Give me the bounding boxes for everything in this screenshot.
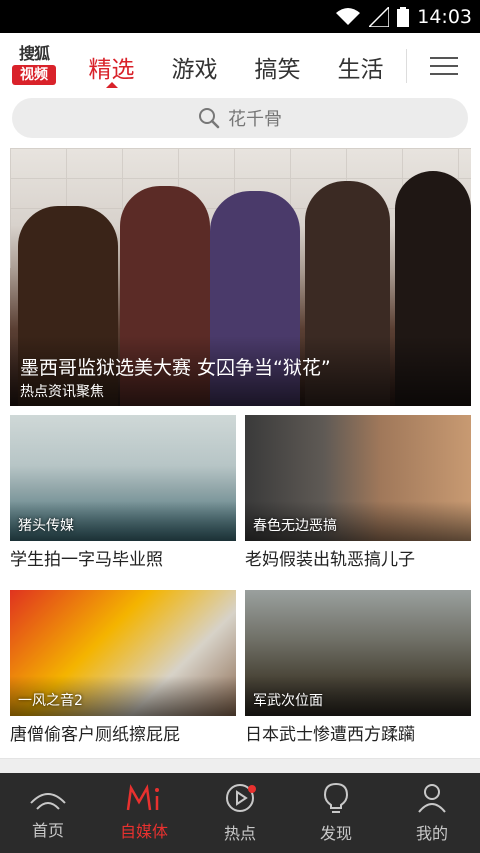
video-title: 日本武士惨遭西方蹂躏 bbox=[245, 725, 415, 745]
video-source-tag: 猪头传媒 bbox=[18, 518, 74, 534]
hero-title: 墨西哥监狱选美大赛 女囚争当“狱花” bbox=[20, 357, 331, 379]
nav-hot[interactable]: 热点 bbox=[192, 773, 288, 853]
search-placeholder: 花千骨 bbox=[228, 109, 282, 130]
tab-funny[interactable]: 搞笑 bbox=[236, 33, 319, 100]
feed-separator bbox=[0, 758, 480, 773]
header-divider bbox=[406, 49, 407, 83]
status-bar: 14:03 bbox=[0, 0, 480, 33]
user-icon bbox=[418, 784, 446, 813]
menu-button[interactable] bbox=[424, 51, 464, 81]
bottom-navigation: 首页 自媒体 热点 发现 我的 bbox=[0, 773, 480, 853]
menu-icon bbox=[430, 57, 458, 59]
video-thumbnail: 猪头传媒 bbox=[10, 415, 236, 541]
notification-badge bbox=[248, 785, 256, 793]
search-input[interactable]: 花千骨 bbox=[12, 98, 468, 138]
video-thumbnail: 军武次位面 bbox=[245, 590, 471, 716]
battery-icon bbox=[397, 6, 410, 27]
search-icon bbox=[199, 108, 220, 129]
video-card[interactable]: 春色无边恶搞 老妈假装出轨恶搞儿子 bbox=[245, 415, 471, 573]
nav-home-label: 首页 bbox=[31, 821, 64, 840]
logo-text-top: 搜狐 bbox=[18, 44, 50, 63]
logo-text-bottom: 视频 bbox=[12, 65, 56, 85]
wifi-icon bbox=[336, 7, 361, 25]
search-area: 花千骨 bbox=[0, 96, 480, 144]
video-title: 老妈假装出轨恶搞儿子 bbox=[245, 550, 415, 570]
tab-life[interactable]: 生活 bbox=[319, 33, 402, 100]
video-title: 唐僧偷客户厕纸擦屁屁 bbox=[10, 725, 180, 745]
app-logo[interactable]: 搜狐 视频 bbox=[12, 45, 56, 89]
video-card[interactable]: 猪头传媒 学生拍一字马毕业照 bbox=[10, 415, 236, 573]
video-card[interactable]: 军武次位面 日本武士惨遭西方蹂躏 bbox=[245, 590, 471, 748]
video-source-tag: 一风之音2 bbox=[18, 693, 83, 709]
home-icon bbox=[30, 793, 66, 810]
status-time: 14:03 bbox=[417, 5, 472, 28]
nav-home[interactable]: 首页 bbox=[0, 773, 96, 853]
nav-discover[interactable]: 发现 bbox=[288, 773, 384, 853]
feed-content: 墨西哥监狱选美大赛 女囚争当“狱花” 热点资讯聚焦 猪头传媒 学生拍一字马毕业照… bbox=[0, 144, 480, 773]
nav-discover-label: 发现 bbox=[319, 824, 352, 843]
video-thumbnail: 春色无边恶搞 bbox=[245, 415, 471, 541]
video-card[interactable]: 一风之音2 唐僧偷客户厕纸擦屁屁 bbox=[10, 590, 236, 748]
hero-banner[interactable]: 墨西哥监狱选美大赛 女囚争当“狱花” 热点资讯聚焦 bbox=[10, 148, 471, 406]
status-icons: 14:03 bbox=[335, 4, 472, 29]
video-title: 学生拍一字马毕业照 bbox=[10, 550, 163, 570]
nav-mine[interactable]: 我的 bbox=[384, 773, 480, 853]
nav-we-media[interactable]: 自媒体 bbox=[96, 773, 192, 853]
video-thumbnail: 一风之音2 bbox=[10, 590, 236, 716]
nav-we-media-label: 自媒体 bbox=[119, 822, 168, 841]
video-source-tag: 军武次位面 bbox=[253, 693, 323, 709]
nav-hot-label: 热点 bbox=[223, 824, 256, 843]
top-header: 搜狐 视频 精选 游戏 搞笑 生活 bbox=[0, 33, 480, 100]
hero-source: 热点资讯聚焦 bbox=[20, 384, 104, 400]
tab-games[interactable]: 游戏 bbox=[153, 33, 236, 100]
category-tabs: 精选 游戏 搞笑 生活 bbox=[70, 33, 402, 100]
tab-featured[interactable]: 精选 bbox=[70, 33, 153, 100]
lightbulb-icon bbox=[323, 782, 349, 813]
nav-mine-label: 我的 bbox=[415, 824, 448, 843]
video-source-tag: 春色无边恶搞 bbox=[253, 518, 337, 534]
we-media-icon bbox=[126, 784, 159, 811]
signal-icon bbox=[369, 6, 390, 27]
